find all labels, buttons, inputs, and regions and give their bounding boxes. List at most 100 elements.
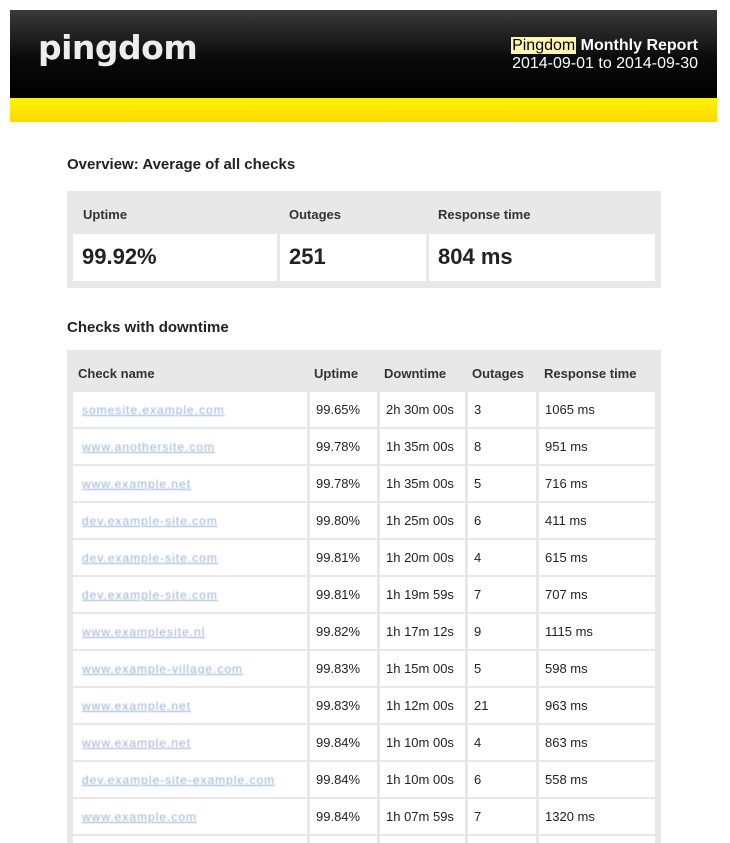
check-downtime: 1h 07m 59s — [386, 809, 454, 824]
uptime-label: Uptime — [83, 207, 128, 222]
check-uptime: 99.65% — [316, 402, 361, 417]
response-time-label: Response time — [438, 207, 531, 222]
table-row: www.example.net 99.83% 1h 12m 00s 21 963 ms — [67, 688, 661, 725]
col-header-check-name: Check name — [78, 366, 155, 381]
check-uptime: 99.84% — [316, 735, 361, 750]
check-downtime: 1h 07m 59s — [380, 799, 465, 834]
check-name-link[interactable]: www.example-village.com — [82, 662, 243, 676]
check-name-link[interactable]: www.example.com — [82, 810, 197, 824]
check-response-time: 411 ms — [545, 513, 587, 528]
checks-table: Check name Uptime Downtime Outages Respo… — [67, 350, 661, 843]
check-name-link[interactable]: dev.example-site.com — [82, 514, 218, 528]
check-outages: 4 — [468, 725, 536, 760]
check-uptime: 99.83% — [316, 698, 361, 713]
check-uptime: 99.84% — [310, 762, 377, 797]
check-uptime: 99.83% — [316, 661, 361, 676]
check-response-time: 1065 ms — [539, 392, 655, 427]
check-name-link[interactable]: dev.example-site.com — [82, 588, 218, 602]
table-row: dev.example-site.com 99.81% 1h 20m 00s 4 615… — [67, 540, 661, 577]
check-outages: 5 — [474, 476, 482, 491]
check-uptime: 99.80% — [310, 503, 377, 538]
check-name-cell: somesite.example.com — [73, 392, 307, 427]
check-response-time: 615 ms — [545, 550, 588, 565]
check-uptime: 99.82% — [310, 614, 377, 649]
check-name-cell: dev.example-site-example.com — [73, 762, 307, 797]
check-name-cell: dev.example-site.com — [73, 577, 307, 612]
check-downtime: 1h 35m 00s — [380, 466, 465, 501]
table-row: www.example.com 99.84% 1h 07m 59s 7 1320 ms — [67, 799, 661, 836]
check-name-link[interactable]: dev.example-site-example.com — [82, 773, 275, 787]
check-downtime: 1h 25m 00s — [386, 513, 454, 528]
check-name-link[interactable]: somesite.example.com — [82, 403, 225, 417]
col-header-downtime: Downtime — [384, 366, 447, 381]
check-outages: 8 — [474, 439, 482, 454]
check-response-time: 716 ms — [539, 466, 655, 501]
check-downtime: 1h 25m 00s — [380, 503, 465, 538]
check-name-cell: www.example.net — [73, 466, 307, 501]
check-downtime — [380, 836, 465, 843]
table-row: www.example-village.com 99.83% 1h 15m 00s 5… — [67, 651, 661, 688]
check-name-cell: www.example.com — [73, 799, 307, 834]
check-uptime: 99.84% — [310, 799, 377, 834]
check-name-cell: www.example.net — [73, 725, 307, 760]
check-downtime: 1h 10m 00s — [386, 735, 454, 750]
table-row: www.anothersite.com 99.78% 1h 35m 00s 8 951 … — [67, 429, 661, 466]
check-outages: 7 — [474, 587, 482, 602]
check-response-time: 411 ms — [539, 503, 655, 538]
check-response-time: 963 ms — [539, 688, 655, 723]
response-time-value: 804 ms — [429, 234, 655, 281]
uptime-value: 99.92% — [73, 234, 277, 281]
check-downtime: 2h 30m 00s — [386, 402, 454, 417]
check-outages: 6 — [474, 513, 482, 528]
report-brand: Pingdom — [511, 37, 577, 54]
check-downtime: 1h 10m 00s — [380, 725, 465, 760]
check-outages: 5 — [474, 661, 482, 676]
check-response-time: 863 ms — [539, 725, 655, 760]
check-response-time: 558 ms — [545, 772, 588, 787]
check-downtime: 1h 20m 00s — [380, 540, 465, 575]
check-uptime: 99.83% — [310, 688, 377, 723]
check-uptime: 99.83% — [310, 651, 377, 686]
check-response-time: 598 ms — [539, 651, 655, 686]
table-row: www.examplesite.nl 99.82% 1h 17m 12s 9 1115 … — [67, 614, 661, 651]
outages-label: Outages — [289, 207, 342, 222]
check-response-time: 1320 ms — [539, 799, 655, 834]
check-downtime: 1h 10m 00s — [380, 762, 465, 797]
check-name-link[interactable]: www.example.net — [82, 736, 191, 750]
checks-title: Checks with downtime — [67, 319, 229, 336]
col-header-response-time: Response time — [544, 366, 637, 381]
table-row — [67, 836, 661, 843]
check-outages: 4 — [474, 735, 482, 750]
check-uptime: 99.81% — [316, 587, 361, 602]
check-downtime: 1h 19m 59s — [380, 577, 465, 612]
check-outages: 7 — [468, 577, 536, 612]
check-outages: 7 — [468, 799, 536, 834]
check-downtime: 1h 15m 00s — [380, 651, 465, 686]
table-row: somesite.example.com 99.65% 2h 30m 00s 3 106… — [67, 392, 661, 429]
check-response-time: 963 ms — [545, 698, 588, 713]
check-name-link[interactable]: www.examplesite.nl — [82, 625, 205, 639]
check-name-cell: www.examplesite.nl — [73, 614, 307, 649]
table-row: dev.example-site.com 99.80% 1h 25m 00s 6 411… — [67, 503, 661, 540]
check-uptime: 99.81% — [310, 577, 377, 612]
check-outages — [468, 836, 536, 843]
check-name-link[interactable]: dev.example-site.com — [82, 551, 218, 565]
check-uptime: 99.78% — [310, 466, 377, 501]
check-name-link[interactable]: www.example.net — [82, 699, 191, 713]
check-response-time: 863 ms — [545, 735, 588, 750]
check-name-cell: dev.example-site.com — [73, 503, 307, 538]
check-response-time — [539, 836, 655, 843]
check-name-link[interactable]: www.example.net — [82, 477, 191, 491]
col-header-outages: Outages — [472, 366, 525, 381]
overview-title: Overview: Average of all checks — [67, 156, 296, 173]
check-name-cell: www.anothersite.com — [73, 429, 307, 464]
check-downtime: 2h 30m 00s — [380, 392, 465, 427]
check-uptime: 99.81% — [310, 540, 377, 575]
check-uptime: 99.84% — [316, 809, 361, 824]
check-uptime: 99.84% — [310, 725, 377, 760]
check-downtime: 1h 35m 00s — [380, 429, 465, 464]
check-name-link[interactable]: www.anothersite.com — [82, 440, 215, 454]
check-outages: 21 — [468, 688, 536, 723]
check-outages: 4 — [468, 540, 536, 575]
check-downtime: 1h 10m 00s — [386, 772, 454, 787]
